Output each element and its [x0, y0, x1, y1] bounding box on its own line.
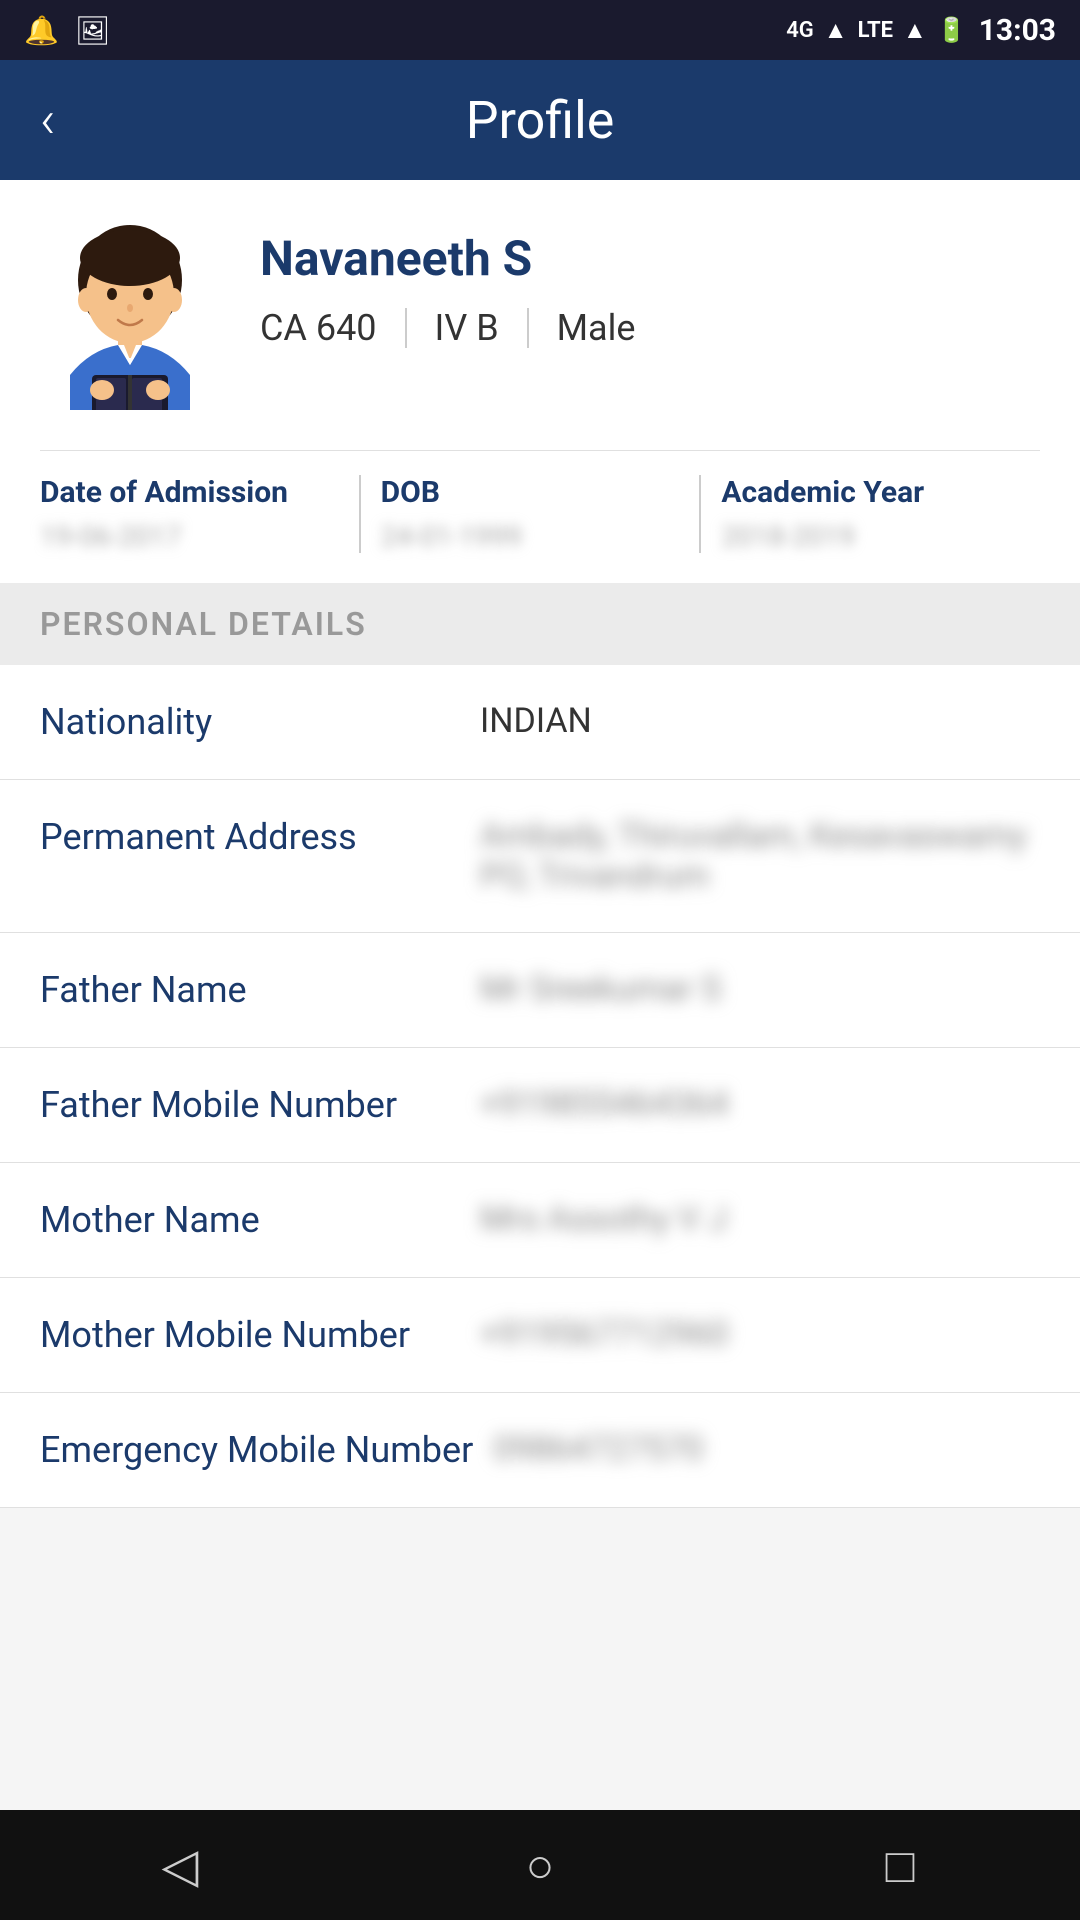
detail-value: +919567712960	[480, 1314, 1040, 1354]
detail-row: Father Name Mr Sreekumar S	[0, 933, 1080, 1048]
avatar	[40, 220, 220, 410]
detail-value: Mrs Assothy V J	[480, 1199, 1040, 1239]
academic-year-label: Academic Year	[721, 475, 1020, 510]
notification-icon: 🔔	[24, 14, 59, 47]
gender: Male	[529, 307, 664, 349]
detail-value: Mr Sreekumar S	[480, 969, 1040, 1009]
dob-label: DOB	[381, 475, 680, 510]
profile-top: Navaneeth S CA 640 IV B Male	[40, 220, 1040, 410]
battery-icon: 🔋	[937, 16, 967, 44]
student-name: Navaneeth S	[260, 230, 1040, 287]
detail-row: Mother Name Mrs Assothy V J	[0, 1163, 1080, 1278]
detail-label: Father Name	[40, 969, 460, 1011]
detail-label: Nationality	[40, 701, 460, 743]
admission-value: 19-06-2017	[40, 520, 339, 553]
detail-value: Ambady, Thiruvallam, Kesavaswamy PO, Tri…	[480, 816, 1040, 896]
academic-year-col: Academic Year 2018-2019	[701, 475, 1040, 553]
detail-label: Permanent Address	[40, 816, 460, 858]
detail-row: Mother Mobile Number +919567712960	[0, 1278, 1080, 1393]
back-nav-icon: ◁	[162, 1837, 199, 1894]
admission-date-col: Date of Admission 19-06-2017	[40, 475, 359, 553]
roll-number: CA 640	[260, 307, 405, 349]
home-nav-button[interactable]: ○	[490, 1825, 590, 1905]
detail-row: Permanent Address Ambady, Thiruvallam, Ke…	[0, 780, 1080, 933]
bottom-nav: ◁ ○ □	[0, 1810, 1080, 1920]
status-bar: 🔔 🖼 4G ▲ LTE ▲ 🔋 13:03	[0, 0, 1080, 60]
recent-nav-button[interactable]: □	[850, 1825, 950, 1905]
personal-details-header: PERSONAL DETAILS	[0, 583, 1080, 665]
network-icons: 4G ▲ LTE ▲ 🔋	[786, 16, 966, 45]
dob-col: DOB 24-01-1999	[361, 475, 700, 553]
admission-row: Date of Admission 19-06-2017 DOB 24-01-1…	[40, 450, 1040, 553]
page-title: Profile	[466, 90, 615, 151]
section: IV B	[407, 307, 527, 349]
detail-value: +919855464364	[480, 1084, 1040, 1124]
detail-row: Nationality INDIAN	[0, 665, 1080, 780]
detail-row: Emergency Mobile Number 09864727570	[0, 1393, 1080, 1508]
status-left-icons: 🔔 🖼	[24, 14, 110, 47]
detail-row: Father Mobile Number +919855464364	[0, 1048, 1080, 1163]
detail-value: INDIAN	[480, 701, 1040, 741]
detail-label: Mother Mobile Number	[40, 1314, 460, 1356]
clock: 13:03	[979, 13, 1056, 48]
academic-year-value: 2018-2019	[721, 520, 1020, 553]
admission-label: Date of Admission	[40, 475, 339, 510]
status-right-info: 4G ▲ LTE ▲ 🔋 13:03	[786, 13, 1056, 48]
signal-icon: ▲	[824, 16, 848, 45]
back-button[interactable]: ‹	[40, 94, 56, 146]
nav-bar: ‹ Profile	[0, 60, 1080, 180]
dob-value: 24-01-1999	[381, 520, 680, 553]
detail-label: Father Mobile Number	[40, 1084, 460, 1126]
lte-signal-icon: ▲	[903, 16, 927, 45]
image-icon: 🖼	[75, 14, 111, 47]
lte-label: LTE	[858, 18, 893, 43]
student-meta: CA 640 IV B Male	[260, 307, 1040, 349]
detail-label: Emergency Mobile Number	[40, 1429, 473, 1471]
detail-label: Mother Name	[40, 1199, 460, 1241]
detail-value: 09864727570	[493, 1429, 1040, 1469]
home-nav-icon: ○	[526, 1837, 555, 1894]
profile-card: Navaneeth S CA 640 IV B Male Date of Adm…	[0, 180, 1080, 583]
details-list: Nationality INDIAN Permanent Address Ambady…	[0, 665, 1080, 1508]
profile-info: Navaneeth S CA 640 IV B Male	[260, 220, 1040, 349]
recent-nav-icon: □	[886, 1837, 915, 1894]
back-nav-button[interactable]: ◁	[130, 1825, 230, 1905]
4g-icon: 4G	[786, 18, 814, 43]
bottom-spacer	[0, 1508, 1080, 1628]
